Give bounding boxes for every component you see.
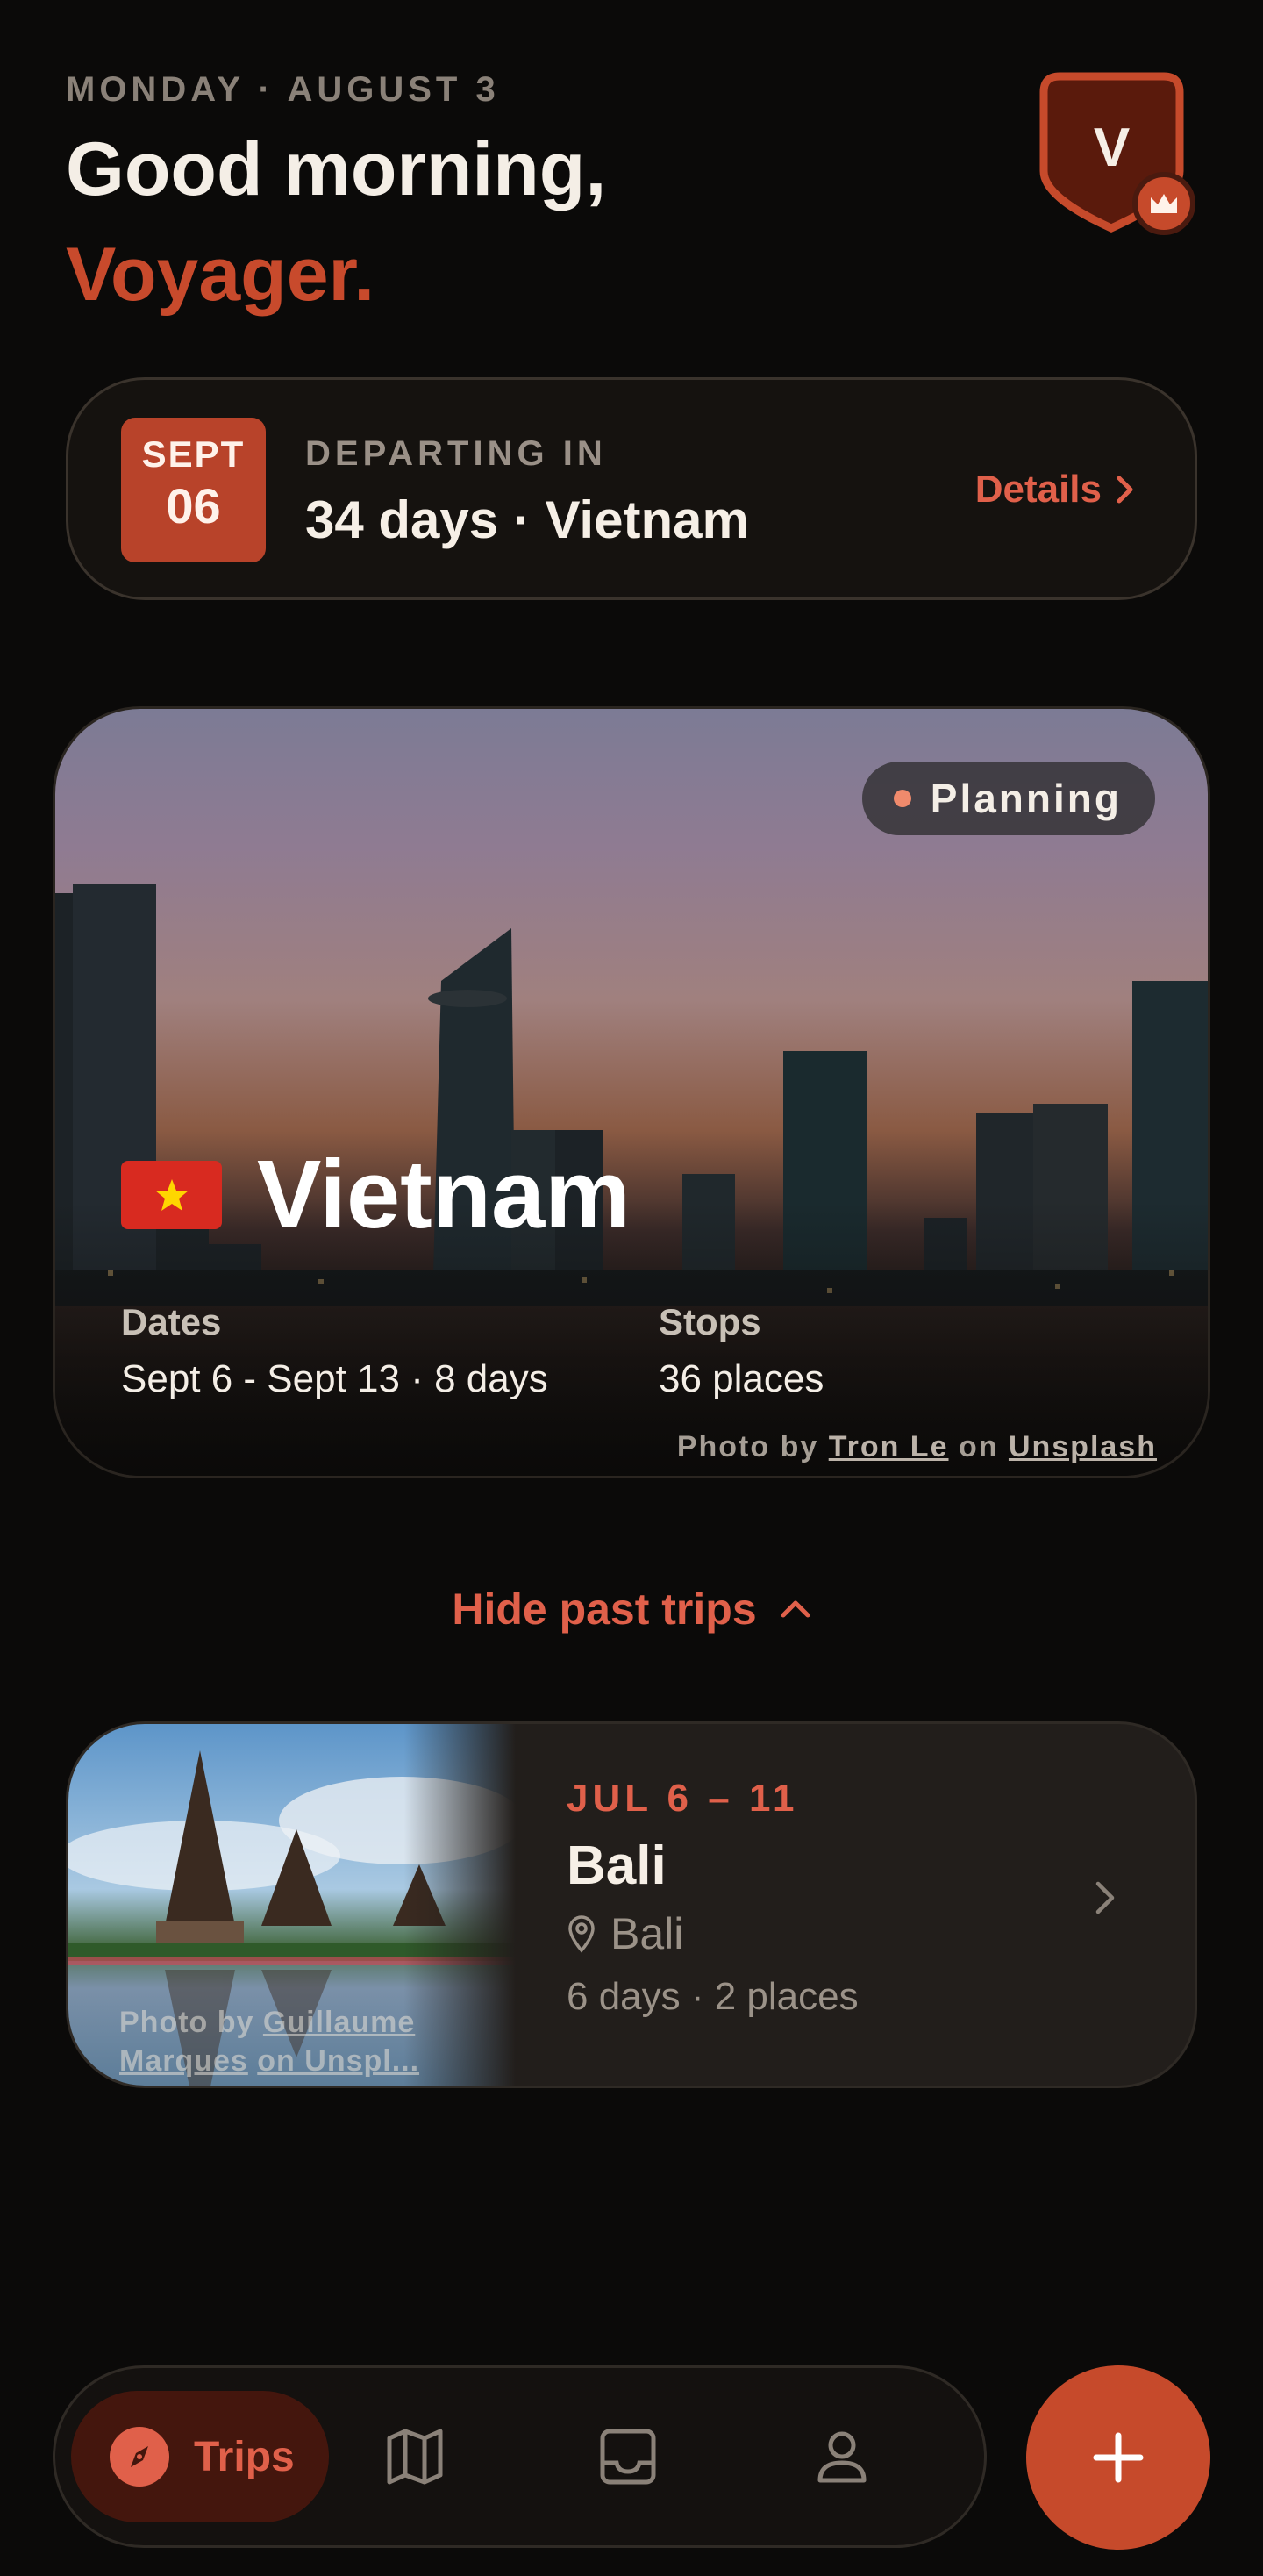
stops-block: Stops 36 places bbox=[659, 1301, 824, 1401]
calendar-month: SEPT bbox=[141, 433, 246, 475]
nav-tab-trips[interactable]: Trips bbox=[71, 2391, 329, 2522]
vietnam-flag-icon bbox=[121, 1160, 222, 1229]
plus-icon bbox=[1093, 2432, 1144, 2483]
add-trip-button[interactable] bbox=[1026, 2365, 1210, 2550]
stops-label: Stops bbox=[659, 1301, 761, 1342]
status-dot bbox=[893, 790, 911, 807]
hide-past-trips-button[interactable]: Hide past trips bbox=[0, 1584, 1263, 1635]
stops-value: 36 places bbox=[659, 1357, 824, 1400]
map-icon[interactable] bbox=[384, 2426, 446, 2487]
avatar-initial: V bbox=[1093, 118, 1131, 178]
compass-icon bbox=[110, 2427, 169, 2487]
inbox-icon[interactable] bbox=[597, 2426, 659, 2487]
departure-countdown-card[interactable]: SEPT 06 DEPARTING IN 34 days · Vietnam D… bbox=[66, 377, 1197, 600]
status-badge: Planning bbox=[861, 762, 1155, 835]
status-label: Planning bbox=[930, 776, 1122, 821]
user-icon[interactable] bbox=[811, 2426, 873, 2487]
date-label: MONDAY · AUGUST 3 bbox=[66, 70, 500, 109]
bottom-nav: Trips bbox=[53, 2365, 987, 2548]
calendar-day: 06 bbox=[166, 478, 221, 533]
past-trip-location: Bali bbox=[567, 1908, 683, 1959]
chevron-right-icon bbox=[1095, 1881, 1115, 1914]
toggle-label: Hide past trips bbox=[452, 1585, 757, 1634]
user-name: Voyager. bbox=[66, 233, 375, 317]
photo-author-link[interactable]: Tron Le bbox=[829, 1430, 949, 1463]
dates-block: Dates Sept 6 - Sept 13 · 8 days bbox=[121, 1301, 548, 1401]
trip-title: Vietnam bbox=[121, 1139, 631, 1250]
greeting-text: Good morning, bbox=[66, 127, 607, 211]
unsplash-link[interactable]: Unsplash bbox=[1009, 1430, 1157, 1463]
dates-label: Dates bbox=[121, 1301, 222, 1342]
past-trip-card[interactable]: Photo by Guillaume Marques on Unspl... J… bbox=[66, 1721, 1197, 2088]
map-pin-icon bbox=[568, 1915, 595, 1953]
photo-credit: Photo by Tron Le on Unsplash bbox=[676, 1430, 1157, 1463]
past-trip-dates: JUL 6 – 11 bbox=[567, 1777, 799, 1820]
chevron-up-icon bbox=[781, 1600, 810, 1618]
chevron-right-icon bbox=[1117, 476, 1133, 504]
crown-icon bbox=[1132, 172, 1195, 235]
trip-name: Vietnam bbox=[257, 1141, 631, 1249]
bali-unsplash-link[interactable]: on Unspl... bbox=[257, 2044, 419, 2078]
nav-trips-label: Trips bbox=[194, 2433, 295, 2480]
bali-photo-credit: Photo by Guillaume Marques on Unspl... bbox=[119, 2006, 420, 2078]
departing-label: DEPARTING IN bbox=[305, 434, 607, 473]
home-screen: MONDAY · AUGUST 3 Good morning, Voyager.… bbox=[0, 0, 1263, 2576]
current-trip-card[interactable]: Planning Vietnam Dates Sept 6 - Sept 13 … bbox=[53, 706, 1210, 1478]
calendar-badge: SEPT 06 bbox=[121, 418, 266, 562]
past-trip-meta: 6 days · 2 places bbox=[567, 1975, 859, 2018]
details-link[interactable]: Details bbox=[975, 468, 1135, 512]
past-trip-name: Bali bbox=[567, 1835, 667, 1896]
dates-value: Sept 6 - Sept 13 · 8 days bbox=[121, 1357, 548, 1400]
location-label: Bali bbox=[610, 1909, 684, 1958]
departing-value: 34 days · Vietnam bbox=[305, 490, 749, 549]
details-label: Details bbox=[974, 468, 1102, 511]
